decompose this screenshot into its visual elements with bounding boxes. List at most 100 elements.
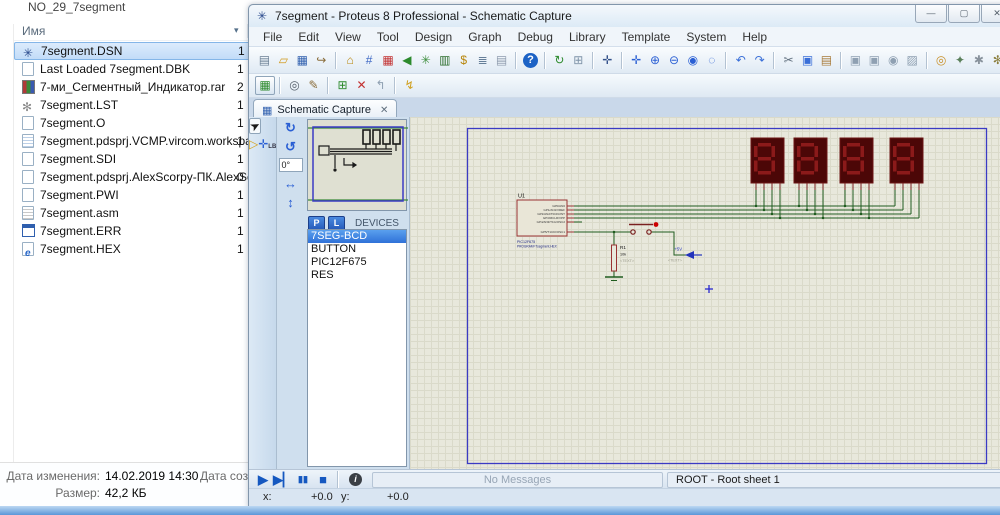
- menu-edit[interactable]: Edit: [290, 30, 327, 44]
- stop-button[interactable]: ■: [313, 472, 333, 487]
- rotate-cw-button[interactable]: ↻: [281, 119, 300, 136]
- schematic-capture-button[interactable]: #: [360, 51, 379, 70]
- zoom-in-button[interactable]: ⊕: [646, 51, 665, 70]
- file-name: 7segment.HEX: [40, 240, 121, 258]
- block-delete-button[interactable]: ▨: [903, 51, 922, 70]
- new-sheet-button[interactable]: ⊞: [333, 76, 352, 95]
- new-project-button[interactable]: ▤: [255, 51, 274, 70]
- workspace: ➤▷✛LBL≣╥▬=▷∿▭◉✎◔╱■●⌒∩ ↻↺0°↔↕: [249, 117, 1000, 469]
- device-item[interactable]: 7SEG-BCD: [308, 230, 406, 243]
- gerber-view-button[interactable]: ✳: [416, 51, 435, 70]
- copy-button[interactable]: ▣: [798, 51, 817, 70]
- file-date-digit: 1: [237, 96, 244, 114]
- schematic-canvas[interactable]: U1 GP0/AN0 GP1/AN1/VREF GP2/AN2/T0CKI/IN…: [409, 117, 1000, 469]
- page-file-icon: [22, 188, 34, 202]
- flip-vertical-button[interactable]: ↕: [281, 194, 300, 211]
- redo-button[interactable]: ↷: [750, 51, 769, 70]
- property-assign-button[interactable]: ✎: [304, 76, 323, 95]
- resistor-r1[interactable]: R1 10k <TEXT>: [612, 245, 635, 271]
- folder-name[interactable]: NO_29_7segment: [28, 0, 125, 14]
- flip-horizontal-button[interactable]: ↔: [281, 175, 300, 192]
- paste-button[interactable]: ▤: [817, 51, 836, 70]
- ground-symbol[interactable]: [605, 277, 623, 281]
- menu-debug[interactable]: Debug: [510, 30, 561, 44]
- maximize-button[interactable]: ▢: [948, 5, 980, 23]
- zoom-out-button[interactable]: ⊖: [665, 51, 684, 70]
- file-date-digit: 1: [237, 240, 244, 258]
- pcb-layout-button[interactable]: ▦: [379, 51, 398, 70]
- angle-input[interactable]: 0°: [279, 158, 303, 172]
- save-project-button[interactable]: ▦: [293, 51, 312, 70]
- home-page-button[interactable]: ⌂: [341, 51, 360, 70]
- menu-library[interactable]: Library: [561, 30, 614, 44]
- rotate-ccw-button[interactable]: ↺: [281, 138, 300, 155]
- block-move-button[interactable]: ▣: [865, 51, 884, 70]
- wires[interactable]: [574, 190, 919, 277]
- mcu-u1[interactable]: U1 GP0/AN0 GP1/AN1/VREF GP2/AN2/T0CKI/IN…: [517, 194, 574, 249]
- remove-sheet-button[interactable]: ✕: [352, 76, 371, 95]
- schematic-root-button[interactable]: ▦: [255, 76, 275, 95]
- undo-button[interactable]: ↶: [731, 51, 750, 70]
- device-item[interactable]: RES: [308, 269, 406, 282]
- menu-graph[interactable]: Graph: [460, 30, 509, 44]
- design-explorer-sheet-button[interactable]: ↯: [400, 76, 419, 95]
- junction-dot-mode-button[interactable]: ✛: [258, 137, 268, 151]
- menu-tool[interactable]: Tool: [369, 30, 407, 44]
- grid-toggle-button[interactable]: ⊞: [569, 51, 588, 70]
- redraw-button[interactable]: ↻: [550, 51, 569, 70]
- minimize-button[interactable]: —: [915, 5, 947, 23]
- pause-button[interactable]: ▮▮: [293, 474, 313, 485]
- zoom-all-button[interactable]: ◉: [683, 51, 702, 70]
- block-rotate-button[interactable]: ◉: [884, 51, 903, 70]
- file-name: 7segment.pdsprj.VCMP.vircom.workspac...: [40, 132, 268, 150]
- resistor-text: <TEXT>: [620, 259, 635, 263]
- erc-ruler-button[interactable]: ≣: [473, 51, 492, 70]
- proteus-file-icon: [23, 45, 35, 58]
- column-filter-arrow-icon[interactable]: ▾: [234, 25, 239, 36]
- step-button[interactable]: ▶▏: [273, 472, 293, 488]
- help-button[interactable]: ?: [523, 53, 538, 68]
- zoom-area-button[interactable]: ◌: [702, 51, 721, 70]
- device-item[interactable]: PIC12F675: [308, 256, 406, 269]
- tab-close-icon[interactable]: ✕: [380, 105, 388, 116]
- device-item[interactable]: BUTTON: [308, 243, 406, 256]
- column-name[interactable]: Имя: [22, 24, 45, 38]
- message-area: No Messages: [372, 472, 663, 488]
- menu-file[interactable]: File: [255, 30, 290, 44]
- make-device-button[interactable]: ✦: [951, 51, 970, 70]
- origin-button[interactable]: ✛: [598, 51, 617, 70]
- packaging-tool-button[interactable]: ✱: [969, 51, 988, 70]
- search-button[interactable]: ◎: [285, 76, 304, 95]
- cut-button[interactable]: ✂: [779, 51, 798, 70]
- close-button[interactable]: ✕: [981, 5, 1000, 23]
- info-icon[interactable]: i: [349, 473, 362, 486]
- goto-parent-button[interactable]: ↰: [371, 76, 390, 95]
- title-bar[interactable]: ✳ 7segment - Proteus 8 Professional - Sc…: [249, 5, 1000, 27]
- component-mode-button[interactable]: ▷: [249, 137, 258, 151]
- import-project-button[interactable]: ↪: [312, 51, 331, 70]
- bom-button[interactable]: $: [454, 51, 473, 70]
- window-title: 7segment - Proteus 8 Professional - Sche…: [275, 9, 572, 23]
- nav-back-button[interactable]: ◀: [397, 51, 416, 70]
- sheet-selector[interactable]: ROOT - Root sheet 1: [667, 472, 1000, 488]
- netlist-button[interactable]: ▤: [492, 51, 511, 70]
- toolbar-edit: ▦ ◎✎ ⊞✕↰ ↯: [249, 74, 1000, 98]
- find-part-button[interactable]: ◎: [932, 51, 951, 70]
- page-file-icon: [22, 62, 34, 76]
- play-button[interactable]: ▶: [253, 472, 273, 488]
- menu-help[interactable]: Help: [734, 30, 775, 44]
- file-name: 7segment.PWI: [40, 186, 119, 204]
- open-project-button[interactable]: ▱: [274, 51, 293, 70]
- menu-system[interactable]: System: [678, 30, 734, 44]
- design-explorer-button[interactable]: ▥: [435, 51, 454, 70]
- wire-label-mode-button[interactable]: LBL: [268, 144, 277, 150]
- menu-design[interactable]: Design: [407, 30, 460, 44]
- pan-button[interactable]: ✛: [627, 51, 646, 70]
- block-copy-button[interactable]: ▣: [846, 51, 865, 70]
- overview-minimap[interactable]: [307, 119, 407, 211]
- menu-template[interactable]: Template: [614, 30, 679, 44]
- selection-mode-button[interactable]: ➤: [249, 118, 261, 134]
- menu-view[interactable]: View: [327, 30, 369, 44]
- seven-segment-displays[interactable]: [751, 138, 923, 190]
- library-manager-button[interactable]: ✻: [988, 51, 1000, 70]
